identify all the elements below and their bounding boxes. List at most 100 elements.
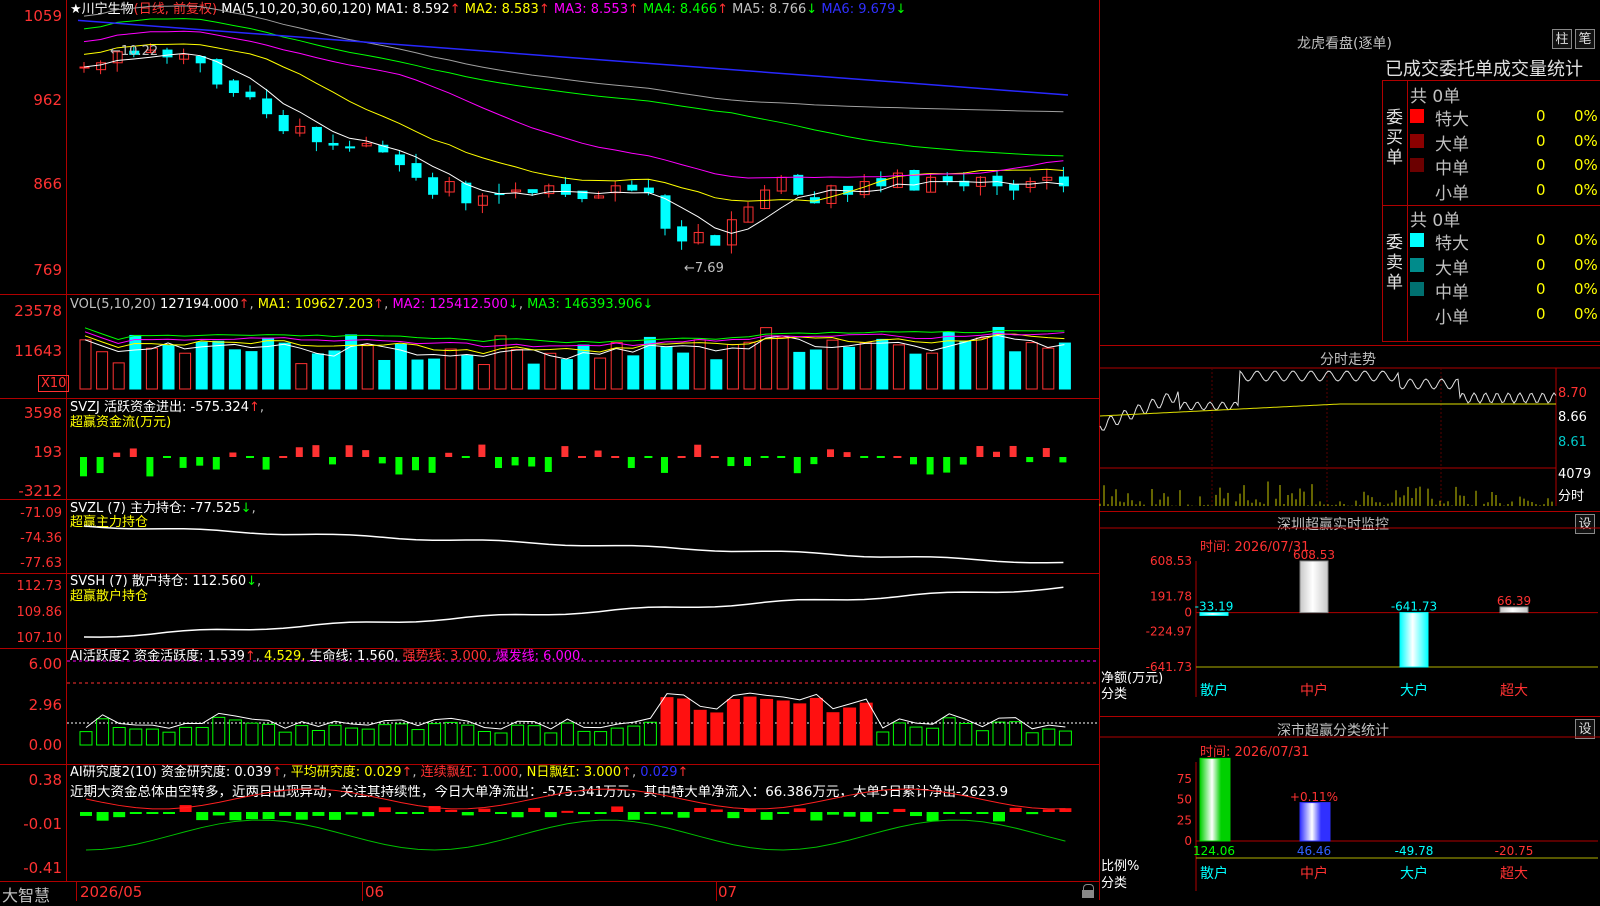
candle-body — [311, 126, 322, 143]
flow-bar — [196, 457, 204, 466]
lhb-tabs[interactable]: 已成交委托单成交量统计 — [1385, 55, 1583, 81]
activity-bar — [942, 717, 956, 746]
volume-bar — [444, 348, 457, 390]
order-row-pct: 0% — [1574, 231, 1598, 249]
monitor-xlabel: 分类 — [1101, 687, 1128, 702]
research-bar — [1009, 807, 1022, 812]
intraday-panel[interactable]: 分时走势 8.70 8.66 8.61 4079 分时 — [1099, 345, 1600, 512]
candle-body — [394, 154, 405, 166]
flow-bar — [544, 457, 552, 472]
svsh-pane[interactable]: 112.73 109.86 107.10 SVSH (7) 散户持仓: 112.… — [0, 574, 1099, 649]
flow-bar — [113, 452, 121, 457]
activity-bar — [926, 727, 940, 746]
activity-bar — [809, 697, 823, 746]
research-bar — [163, 812, 175, 814]
flow-tick — [710, 456, 719, 458]
order-row-pct: 0% — [1574, 156, 1598, 174]
candlestick-pane[interactable]: 1059 962 866 769 ★川宁生物(日线, 前复权) MA(5,10,… — [0, 0, 1099, 295]
volume-bar — [112, 362, 125, 390]
activity-bar — [610, 727, 624, 746]
ai-research-pane[interactable]: 0.38 -0.01 -0.41 AI研究度2(10) 资金研究度: 0.039… — [0, 765, 1099, 881]
monitor-category-label: 超大 — [1500, 683, 1528, 699]
flow-tick — [246, 456, 254, 458]
research-bar — [727, 812, 740, 819]
research-bar — [611, 806, 624, 812]
stats-bar-散户 — [1199, 757, 1231, 842]
activity-bar — [212, 716, 226, 746]
monitor-y-tick: 191.78 — [1150, 589, 1192, 603]
bar-mode-button[interactable]: 柱 — [1552, 29, 1572, 49]
research-bar — [362, 812, 375, 817]
candle-body — [461, 182, 472, 204]
flow-bar — [96, 457, 104, 474]
candle-body — [278, 115, 289, 132]
flow-tick — [893, 456, 902, 458]
flow-bar — [744, 457, 751, 466]
monitor-value-label: -33.19 — [1195, 600, 1234, 614]
volume-bar — [577, 344, 590, 390]
main-position-line — [83, 525, 1064, 564]
volume-bar — [594, 357, 607, 390]
volume-bar — [660, 346, 673, 390]
flow-bar — [495, 457, 502, 469]
order-swatch — [1410, 233, 1424, 247]
monitor-category-label: 散户 — [1200, 682, 1228, 699]
candle-body — [942, 176, 953, 183]
volume-bar — [1009, 351, 1022, 390]
research-bar — [1042, 809, 1055, 812]
flow-tick — [461, 456, 470, 458]
ai-active-pane[interactable]: 6.00 2.96 0.00 AI活跃度2 资金活跃度: 1.539↑, 4.5… — [0, 649, 1099, 765]
activity-bar — [1025, 732, 1039, 746]
activity-bar — [361, 728, 375, 746]
low-annotation: ←7.69 — [684, 261, 724, 276]
flow-bar — [561, 446, 569, 457]
order-row-count: 0 — [1536, 180, 1546, 199]
stats-value-label: -20.75 — [1495, 844, 1534, 858]
order-row-name: 中单 — [1435, 283, 1469, 303]
research-red-line — [85, 788, 1066, 810]
research-bar — [246, 812, 258, 820]
activity-bar — [1009, 721, 1023, 746]
svzl-pane[interactable]: -71.09 -74.36 -77.63 SVZL (7) 主力持仓: -77.… — [0, 500, 1099, 574]
volume-pane[interactable]: 23578 11643 X10 VOL(5,10,20) 127194.000↑… — [0, 295, 1099, 399]
flow-bar — [129, 448, 137, 457]
research-bar — [710, 809, 723, 812]
flow-bar — [943, 457, 951, 473]
volume-bar — [677, 352, 690, 390]
order-row-name: 特大 — [1435, 110, 1469, 130]
monitor-bar-中户 — [1299, 560, 1329, 614]
order-swatch — [1410, 109, 1424, 123]
activity-bar — [677, 698, 691, 746]
flow-bar — [793, 457, 801, 474]
research-bar — [212, 812, 225, 816]
retail-position-line — [83, 586, 1064, 638]
activity-bar — [262, 723, 276, 746]
monitor-panel[interactable]: 深圳超赢实时监控 设 时间: 2026/07/31 608.53 191.78 0-… — [1100, 512, 1600, 717]
research-bar — [495, 812, 507, 814]
date-sep-2 — [362, 882, 363, 901]
stats-xlabel: 分类 — [1101, 876, 1128, 891]
order-row-name: 小单 — [1435, 183, 1469, 204]
stats-y-tick: 0 — [1184, 834, 1192, 848]
volume-bar — [311, 353, 324, 390]
activity-bar — [992, 721, 1006, 746]
flow-bar — [993, 451, 1000, 457]
candle-body — [677, 226, 688, 242]
ma-line-3 — [83, 30, 1064, 179]
tick-mode-button[interactable]: 笔 — [1575, 29, 1595, 49]
stats-value-label: 46.46 — [1297, 844, 1331, 858]
candle-body — [262, 98, 273, 115]
flow-bar — [412, 457, 419, 471]
research-bar — [295, 812, 308, 820]
volume-bar — [926, 352, 939, 390]
research-bar — [893, 808, 906, 812]
activity-bar — [394, 723, 408, 746]
volume-bar — [79, 339, 92, 390]
order-swatch — [1410, 306, 1424, 321]
research-bar — [80, 812, 92, 816]
research-bar — [677, 812, 690, 818]
svzj-pane[interactable]: 3598 193 -3212 SVZJ 活跃资金进出: -575.324↑, 超… — [0, 399, 1099, 500]
monitor-y-tick: 608.53 — [1150, 554, 1192, 568]
stats-panel[interactable]: 深市超赢分类统计 设 时间: 2026/07/31 75 50 25 0 124.06 散… — [1100, 717, 1600, 900]
activity-bar — [129, 728, 143, 746]
